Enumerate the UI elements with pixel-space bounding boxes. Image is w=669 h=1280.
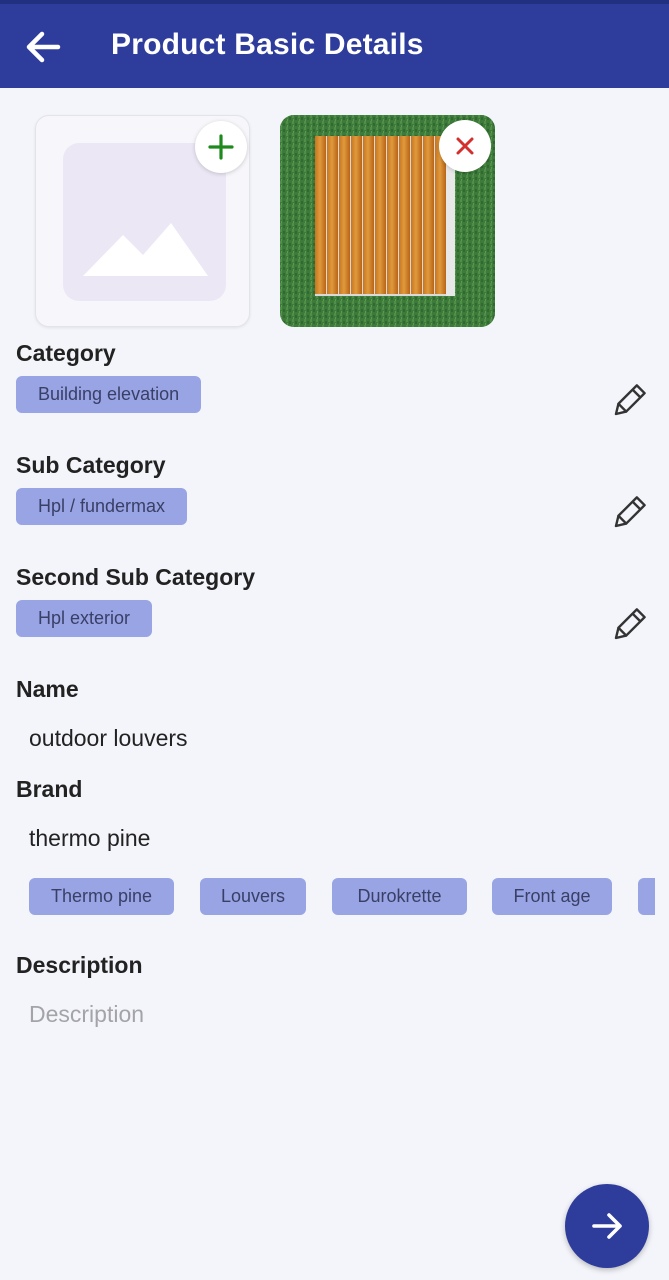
page-title: Product Basic Details	[111, 28, 424, 61]
pencil-icon	[614, 496, 646, 528]
second-sub-category-label: Second Sub Category	[16, 564, 255, 590]
second-sub-category-chip: Hpl exterior	[16, 600, 153, 637]
arrow-left-icon	[26, 31, 61, 63]
brand-label: Brand	[16, 776, 83, 802]
category-chip: Building elevation	[16, 376, 202, 413]
edit-category-button[interactable]	[608, 382, 648, 422]
remove-image-button[interactable]	[439, 120, 491, 172]
brand-field[interactable]: thermo pine	[29, 825, 150, 852]
category-label: Category	[16, 340, 116, 366]
name-label: Name	[16, 676, 79, 702]
arrow-right-icon	[592, 1213, 622, 1239]
brand-suggestion-chip[interactable]: Louvers	[200, 878, 306, 915]
pencil-icon	[614, 608, 646, 640]
brand-suggestion-chip[interactable]: Durokrette	[332, 878, 467, 915]
sub-category-label: Sub Category	[16, 452, 166, 478]
edit-sub-category-button[interactable]	[608, 494, 648, 534]
next-button[interactable]	[565, 1184, 649, 1268]
brand-suggestion-chip[interactable]: Front age	[492, 878, 612, 915]
app-bar: Product Basic Details	[0, 4, 669, 88]
name-field[interactable]: outdoor louvers	[29, 725, 188, 752]
add-image-button[interactable]	[195, 121, 247, 173]
description-label: Description	[16, 952, 143, 978]
pencil-icon	[614, 384, 646, 416]
back-button[interactable]	[22, 26, 64, 68]
brand-suggestions: Thermo pine Louvers Durokrette Front age	[0, 878, 655, 918]
brand-suggestion-chip[interactable]: Thermo pine	[29, 878, 174, 915]
brand-suggestion-chip[interactable]	[638, 878, 655, 915]
close-icon	[456, 137, 474, 155]
plus-icon	[208, 134, 234, 160]
sub-category-chip: Hpl / fundermax	[16, 488, 188, 525]
description-field[interactable]: Description	[29, 1001, 144, 1028]
edit-second-sub-category-button[interactable]	[608, 606, 648, 646]
